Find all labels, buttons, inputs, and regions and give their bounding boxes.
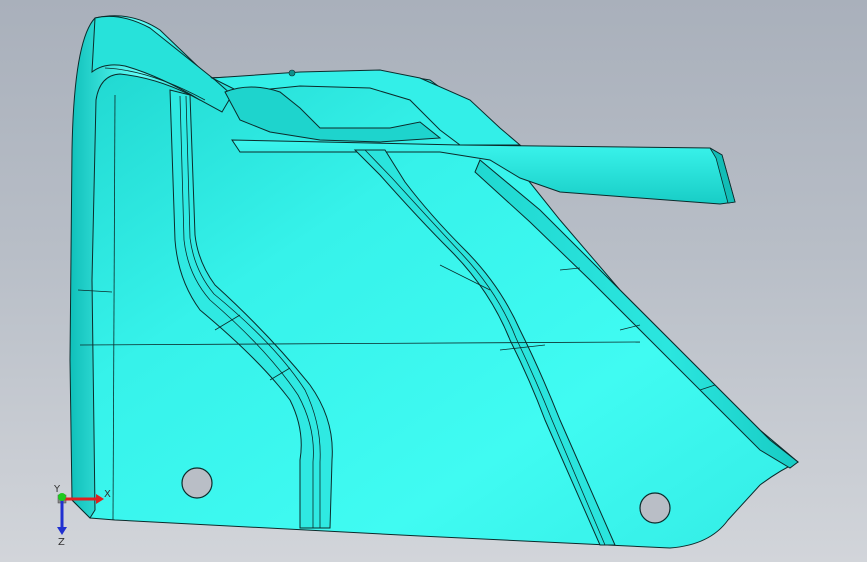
z-axis-arrow: [57, 527, 67, 535]
mounting-hole-left[interactable]: [181, 467, 213, 499]
small-hole-top: [288, 69, 296, 77]
z-axis-label: Z: [58, 537, 65, 548]
mounting-hole-right[interactable]: [639, 492, 671, 524]
y-axis-label: Y: [53, 484, 61, 495]
bracket-model[interactable]: [69, 15, 799, 549]
3d-viewport[interactable]: X Y Z: [0, 0, 867, 562]
x-axis-label: X: [104, 489, 111, 500]
